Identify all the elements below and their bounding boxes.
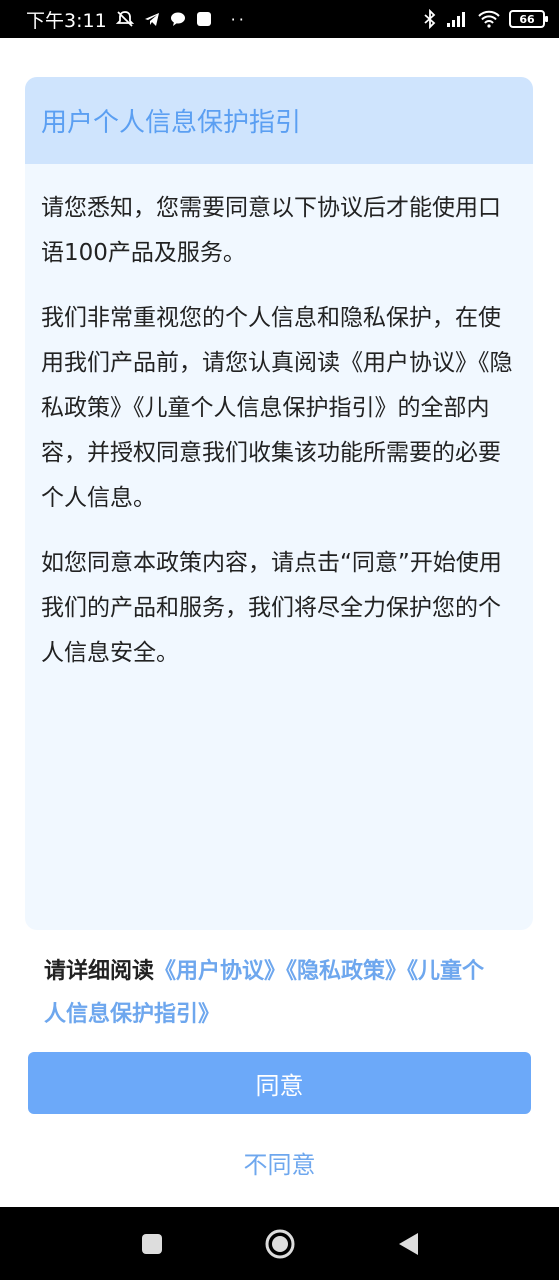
battery-indicator: 66 [509,10,548,28]
user-agreement-link[interactable]: 《用户协议》 [154,959,286,984]
dialog-body: 请您悉知，您需要同意以下协议后才能使用口语100产品及服务。 我们非常重视您的个… [25,164,533,676]
status-bar-left: 下午3:11 ·· [26,6,247,33]
back-triangle-icon[interactable] [390,1226,426,1262]
dialog-paragraph: 我们非常重视您的个人信息和隐私保护，在使用我们产品前，请您认真阅读《用户协议》《… [41,305,513,511]
status-bar: 下午3:11 ·· 66 [0,0,559,38]
signal-icon [445,10,469,28]
disagree-button[interactable]: 不同意 [28,1134,531,1190]
square-notification-icon [195,10,213,28]
dialog-paragraph: 请您悉知，您需要同意以下协议后才能使用口语100产品及服务。 [41,195,501,266]
recents-square-icon[interactable] [134,1226,170,1262]
dialog-paragraph: 如您同意本政策内容，请点击“同意”开始使用我们的产品和服务，我们将尽全力保护您的… [41,550,502,666]
battery-level: 66 [519,12,535,26]
wifi-icon [477,10,501,28]
bluetooth-icon [423,9,437,29]
agree-button[interactable]: 同意 [28,1052,531,1114]
dialog-header: 用户个人信息保护指引 [25,77,533,164]
system-nav-bar [0,1207,559,1280]
telegram-icon [143,10,161,28]
privacy-policy-link[interactable]: 《隐私政策》 [286,959,407,984]
read-notice-prefix: 请详细阅读 [44,959,155,984]
mute-bell-icon [115,9,135,29]
read-notice: 请详细阅读《用户协议》《隐私政策》《儿童个人信息保护指引》 [44,950,504,1036]
status-bar-right: 66 [423,9,548,29]
status-time: 下午3:11 [26,9,107,32]
privacy-dialog-card: 用户个人信息保护指引 请您悉知，您需要同意以下协议后才能使用口语100产品及服务… [25,77,533,930]
more-notifications-dots: ·· [230,9,247,29]
dialog-title: 用户个人信息保护指引 [41,108,302,138]
chat-bubble-icon [169,10,187,28]
home-circle-icon[interactable] [262,1226,298,1262]
